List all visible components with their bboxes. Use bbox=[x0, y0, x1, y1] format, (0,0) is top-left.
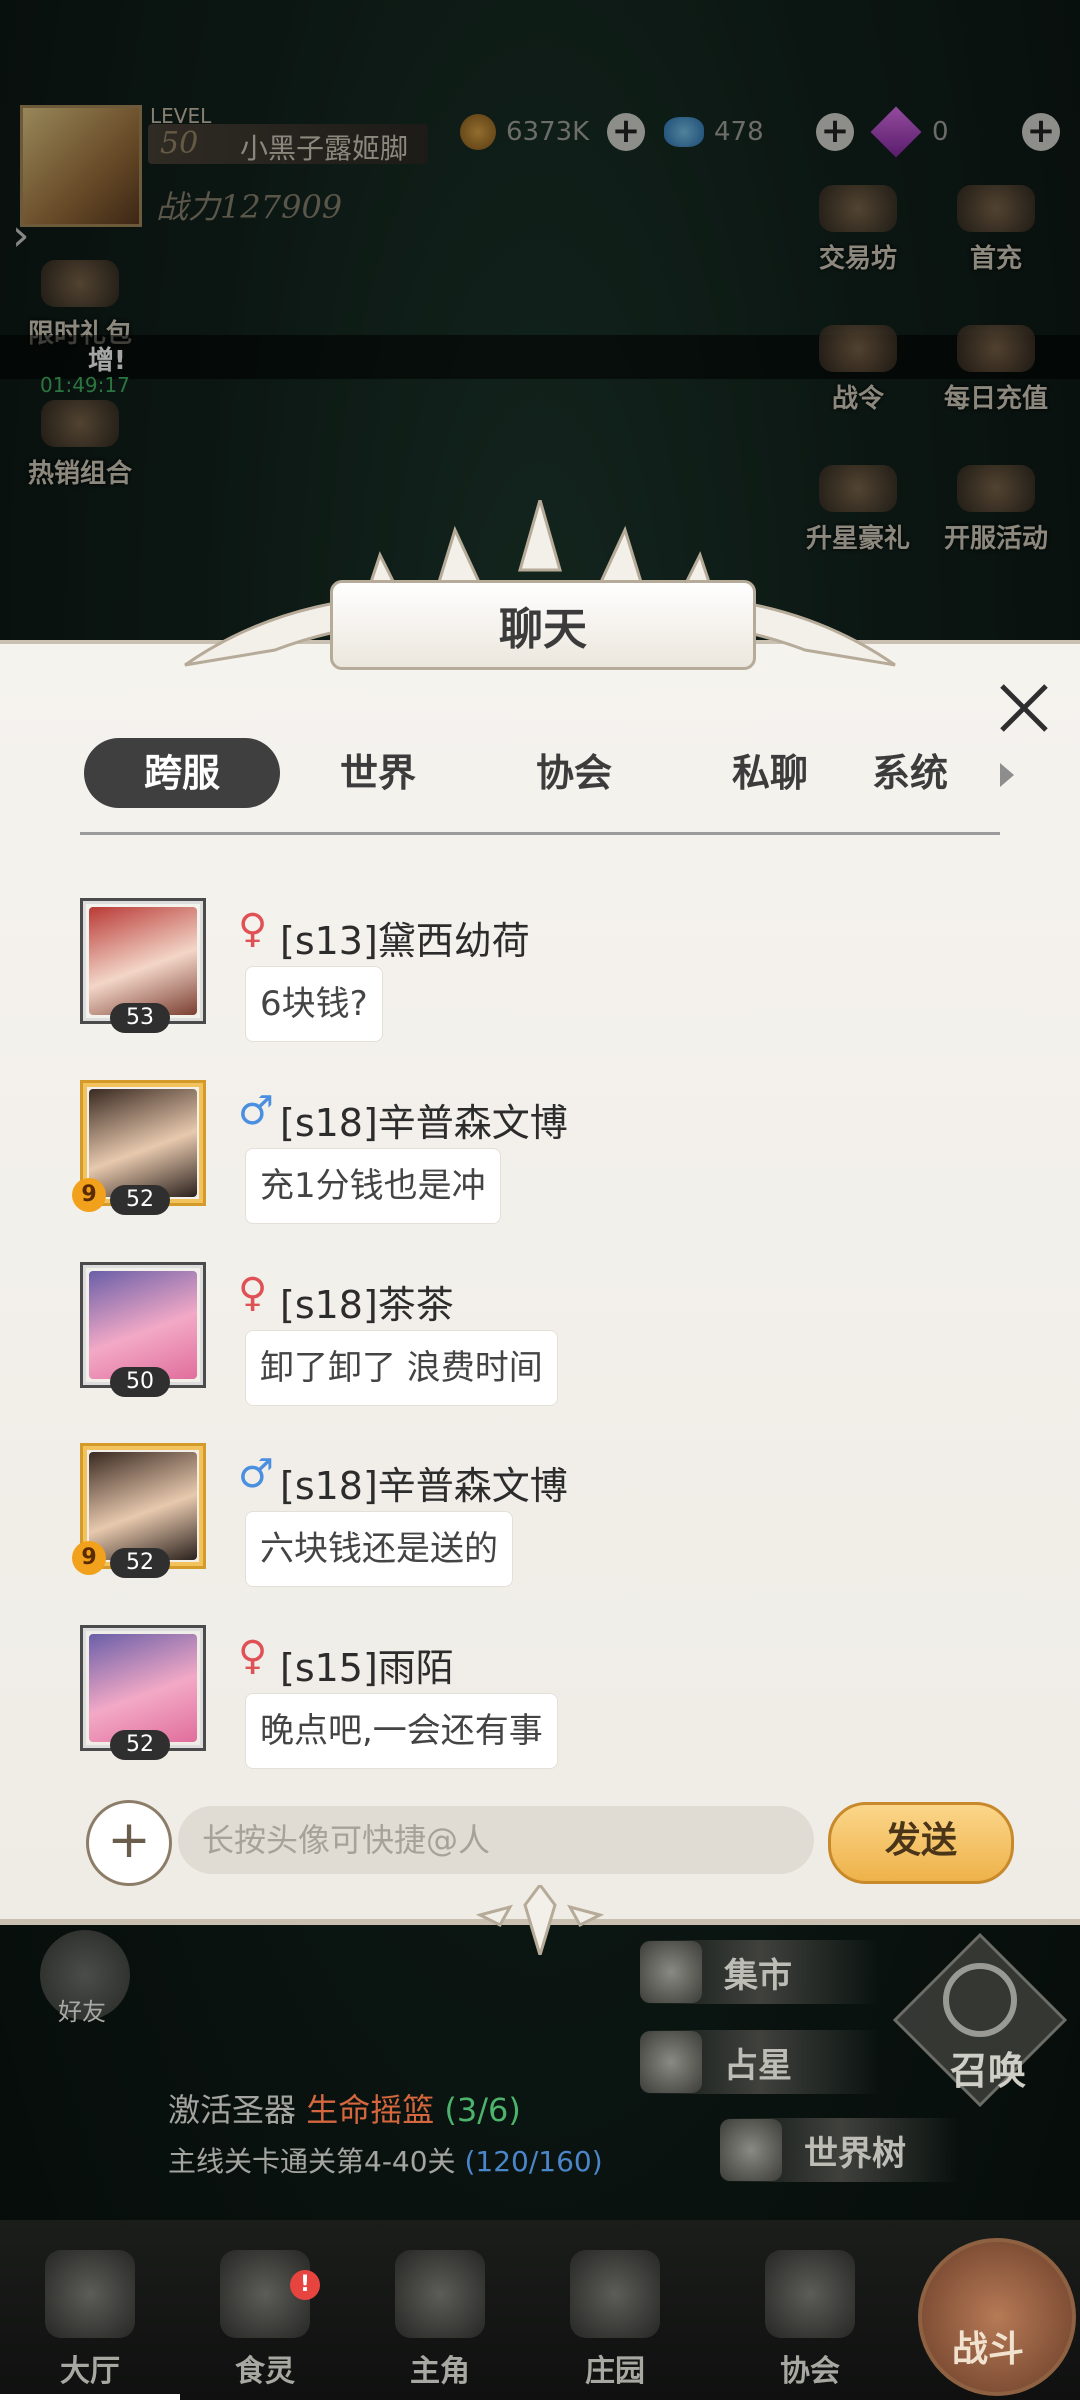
sender-level: 53 bbox=[110, 1003, 170, 1033]
female-icon: ♀ bbox=[238, 906, 268, 952]
female-icon: ♀ bbox=[238, 1633, 268, 1679]
panel-bottom-ornament bbox=[475, 1885, 605, 1955]
tab-cross-server[interactable]: 跨服 bbox=[84, 738, 280, 808]
nav-hero-label: 主角 bbox=[410, 2354, 470, 2389]
nav-lobby[interactable]: 大厅 bbox=[25, 2250, 155, 2390]
chat-message: 50 ♀ [s18]茶茶 卸了卸了 浪费时间 bbox=[0, 1262, 1080, 1432]
send-button[interactable]: 发送 bbox=[828, 1802, 1014, 1884]
chat-message: 9 52 ♂ [s18]辛普森文博 六块钱还是送的 bbox=[0, 1443, 1080, 1613]
world-tree-label: 世界树 bbox=[804, 2133, 906, 2174]
avatar-portrait bbox=[89, 1634, 197, 1742]
message-bubble: 6块钱? bbox=[245, 966, 383, 1042]
nav-manor-label: 庄园 bbox=[585, 2354, 645, 2389]
male-icon: ♂ bbox=[238, 1451, 274, 1497]
nav-manor[interactable]: 庄园 bbox=[550, 2250, 680, 2390]
tab-private[interactable]: 私聊 bbox=[672, 738, 868, 808]
message-bubble: 晚点吧,一会还有事 bbox=[245, 1693, 558, 1769]
sender-level: 52 bbox=[110, 1730, 170, 1760]
quest-line-1[interactable]: 激活圣器 生命摇篮 (3/6) bbox=[168, 2085, 521, 2131]
vip-badge: 9 bbox=[72, 1541, 106, 1575]
house-icon bbox=[570, 2250, 660, 2338]
sender-level: 50 bbox=[110, 1367, 170, 1397]
nav-guild[interactable]: 协会 bbox=[745, 2250, 875, 2390]
notification-badge: ! bbox=[290, 2270, 320, 2300]
message-bubble: 卸了卸了 浪费时间 bbox=[245, 1330, 558, 1406]
tree-icon bbox=[720, 2119, 782, 2181]
sender-level: 52 bbox=[110, 1548, 170, 1578]
tab-divider bbox=[80, 832, 1000, 835]
nav-lobby-label: 大厅 bbox=[60, 2354, 120, 2389]
vip-badge: 9 bbox=[72, 1178, 106, 1212]
astrology-label: 占星 bbox=[724, 2045, 792, 2086]
chat-input[interactable] bbox=[178, 1806, 814, 1874]
chat-message: 53 ♀ [s13]黛西幼荷 6块钱? bbox=[0, 898, 1080, 1068]
sender-name[interactable]: [s18]辛普森文博 bbox=[280, 1092, 568, 1147]
female-icon: ♀ bbox=[238, 1270, 268, 1316]
sender-name[interactable]: [s18]茶茶 bbox=[280, 1274, 454, 1329]
close-icon[interactable] bbox=[996, 680, 1052, 736]
nav-hero[interactable]: 主角 bbox=[375, 2250, 505, 2390]
chat-input-row: + 发送 bbox=[0, 1796, 1080, 1886]
chat-title-ribbon: 聊天 bbox=[330, 580, 756, 670]
tab-system[interactable]: 系统 bbox=[868, 738, 992, 808]
card-icon bbox=[640, 2031, 702, 2093]
quest2-text: 主线关卡通关第4-40关 bbox=[168, 2145, 456, 2178]
summon-label: 召唤 bbox=[950, 2048, 1027, 2093]
market-label: 集市 bbox=[724, 1955, 792, 1996]
avatar-portrait bbox=[89, 1452, 197, 1560]
sender-name[interactable]: [s18]辛普森文博 bbox=[280, 1455, 568, 1510]
battle-label: 战斗 bbox=[952, 2328, 1025, 2370]
message-bubble: 六块钱还是送的 bbox=[245, 1511, 513, 1587]
home-indicator bbox=[0, 2394, 180, 2400]
astrology-button[interactable]: 占星 bbox=[640, 2030, 880, 2094]
battle-button[interactable] bbox=[918, 2238, 1076, 2396]
market-button[interactable]: 集市 bbox=[640, 1940, 880, 2004]
sender-name[interactable]: [s13]黛西幼荷 bbox=[280, 910, 530, 965]
male-icon: ♂ bbox=[238, 1088, 274, 1134]
quest1-prefix: 激活圣器 bbox=[168, 2091, 297, 2129]
avatar-portrait bbox=[89, 1089, 197, 1197]
sender-level: 52 bbox=[110, 1185, 170, 1215]
chat-message: 52 ♀ [s15]雨陌 晚点吧,一会还有事 bbox=[0, 1625, 1080, 1795]
avatar-portrait bbox=[89, 907, 197, 1015]
quest-line-2[interactable]: 主线关卡通关第4-40关 (120/160) bbox=[168, 2140, 603, 2180]
sender-name[interactable]: [s15]雨陌 bbox=[280, 1637, 454, 1692]
scales-icon bbox=[640, 1941, 702, 2003]
friends-label: 好友 bbox=[58, 1998, 106, 2026]
quest1-item: 生命摇篮 bbox=[306, 2091, 435, 2129]
tab-world[interactable]: 世界 bbox=[280, 738, 476, 808]
chat-title: 聊天 bbox=[499, 604, 587, 655]
nav-food-spirits-label: 食灵 bbox=[235, 2354, 295, 2389]
chat-message: 9 52 ♂ [s18]辛普森文博 充1分钱也是冲 bbox=[0, 1080, 1080, 1250]
quest2-progress: (120/160) bbox=[464, 2145, 603, 2178]
add-attachment-button[interactable]: + bbox=[86, 1800, 172, 1886]
tab-guild[interactable]: 协会 bbox=[476, 738, 672, 808]
helmet-icon bbox=[395, 2250, 485, 2338]
avatar-portrait bbox=[89, 1271, 197, 1379]
shield-icon bbox=[765, 2250, 855, 2338]
message-bubble: 充1分钱也是冲 bbox=[245, 1148, 501, 1224]
chat-tabs: 跨服 世界 协会 私聊 系统 bbox=[84, 738, 1004, 808]
world-tree-button[interactable]: 世界树 bbox=[720, 2118, 960, 2182]
tab-scroll-right-icon[interactable] bbox=[1000, 763, 1014, 787]
nav-guild-label: 协会 bbox=[780, 2354, 840, 2389]
quest1-progress: (3/6) bbox=[444, 2091, 521, 2129]
castle-icon bbox=[45, 2250, 135, 2338]
